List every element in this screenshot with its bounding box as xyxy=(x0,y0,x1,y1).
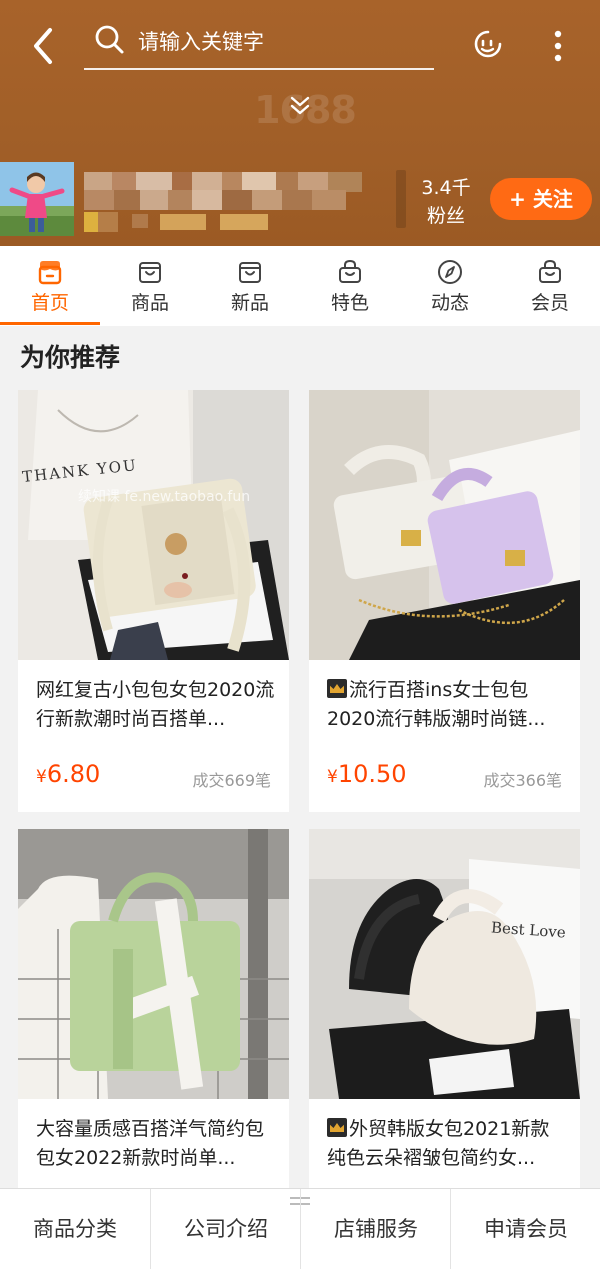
section-title: 为你推荐 xyxy=(20,343,121,372)
price-value: 10.50 xyxy=(337,760,407,788)
product-card[interactable]: THANK YOU 续知课 fe.new.taobao.fun 网红复古小包包女… xyxy=(18,390,289,812)
product-image[interactable]: Best Love xyxy=(309,829,580,1099)
tab-products[interactable]: 商品 xyxy=(100,246,200,326)
watermark-text: 续知课 fe.new.taobao.fun xyxy=(78,489,251,505)
tab-featured[interactable]: 特色 xyxy=(300,246,400,326)
product-image[interactable]: THANK YOU 续知课 fe.new.taobao.fun xyxy=(18,390,289,660)
home-icon xyxy=(38,261,62,285)
search-bar[interactable]: 请输入关键字 xyxy=(84,18,434,70)
product-title-text: 流行百搭ins女士包包2020流行韩版潮时尚链... xyxy=(327,679,546,730)
follow-button[interactable]: + 关注 xyxy=(490,178,592,220)
crown-icon xyxy=(327,1118,347,1137)
shop-icon xyxy=(139,262,161,283)
active-tab-indicator xyxy=(0,322,100,325)
shop-avatar[interactable] xyxy=(0,162,74,236)
price-value: 6.80 xyxy=(46,760,101,788)
shop-header: 请输入关键字 1688 3.4千 粉丝 + 关注 xyxy=(0,0,600,246)
tab-membership[interactable]: 会员 xyxy=(500,246,600,326)
nav-company-intro[interactable]: 公司介绍 xyxy=(150,1189,301,1269)
product-image[interactable] xyxy=(309,390,580,660)
search-input[interactable]: 请输入关键字 xyxy=(138,26,264,56)
more-button[interactable] xyxy=(546,26,570,66)
tab-home[interactable]: 首页 xyxy=(0,246,100,326)
nav-apply-membership[interactable]: 申请会员 xyxy=(450,1189,600,1269)
member-bag-icon xyxy=(539,259,561,283)
chevron-down-icon[interactable] xyxy=(286,92,314,120)
message-button[interactable] xyxy=(470,26,506,62)
nav-product-categories[interactable]: 商品分类 xyxy=(0,1189,150,1269)
back-arrow-icon xyxy=(34,28,52,64)
tab-label: 动态 xyxy=(430,292,469,314)
product-price: ¥10.50 xyxy=(327,760,407,788)
price-symbol: ¥ xyxy=(327,767,338,787)
product-card[interactable]: 流行百搭ins女士包包2020流行韩版潮时尚链... ¥10.50 成交366笔 xyxy=(309,390,580,812)
product-card[interactable]: Best Love 外贸韩版女包2021新款纯色云朵褶皱包简约女... xyxy=(309,829,580,1188)
search-icon xyxy=(95,25,124,54)
bottom-navigation: 商品分类 公司介绍 店铺服务 申请会员 xyxy=(0,1188,600,1269)
tab-label: 特色 xyxy=(330,292,369,314)
tab-label: 首页 xyxy=(30,292,69,314)
nav-store-services[interactable]: 店铺服务 xyxy=(300,1189,451,1269)
product-title[interactable]: 流行百搭ins女士包包2020流行韩版潮时尚链... xyxy=(327,676,567,734)
new-icon xyxy=(239,262,261,283)
product-price: ¥6.80 xyxy=(36,760,100,788)
tab-label: 商品 xyxy=(130,292,169,314)
tab-label: 新品 xyxy=(230,292,269,314)
product-title[interactable]: 大容量质感百搭洋气简约包包女2022新款时尚单... xyxy=(36,1115,276,1173)
back-button[interactable] xyxy=(28,24,64,68)
product-title[interactable]: 外贸韩版女包2021新款纯色云朵褶皱包简约女... xyxy=(327,1115,567,1173)
more-dots-icon xyxy=(554,30,562,62)
shop-tab-bar: 首页 商品 新品 特色 动态 会员 xyxy=(0,246,600,326)
compass-icon xyxy=(438,260,462,284)
crown-icon xyxy=(327,679,347,698)
fans-label: 粉丝 xyxy=(426,205,465,227)
tab-activity[interactable]: 动态 xyxy=(400,246,500,326)
tab-new-arrivals[interactable]: 新品 xyxy=(200,246,300,326)
fans-stat: 3.4千 粉丝 xyxy=(416,174,476,230)
sold-count: 成交669笔 xyxy=(192,771,271,790)
chat-face-icon xyxy=(474,30,502,58)
divider xyxy=(396,170,406,228)
tab-label: 会员 xyxy=(530,292,569,314)
fans-count: 3.4千 xyxy=(421,177,471,199)
shop-info-row: 3.4千 粉丝 + 关注 xyxy=(0,162,600,238)
product-title[interactable]: 网红复古小包包女包2020流行新款潮时尚百搭单... xyxy=(36,676,276,734)
product-image[interactable] xyxy=(18,829,289,1099)
shop-name-blurred xyxy=(84,168,380,232)
sold-count: 成交366笔 xyxy=(483,771,562,790)
product-title-text: 外贸韩版女包2021新款纯色云朵褶皱包简约女... xyxy=(327,1118,550,1169)
price-symbol: ¥ xyxy=(36,767,47,787)
bag-icon xyxy=(339,259,361,283)
product-card[interactable]: 大容量质感百搭洋气简约包包女2022新款时尚单... xyxy=(18,829,289,1188)
